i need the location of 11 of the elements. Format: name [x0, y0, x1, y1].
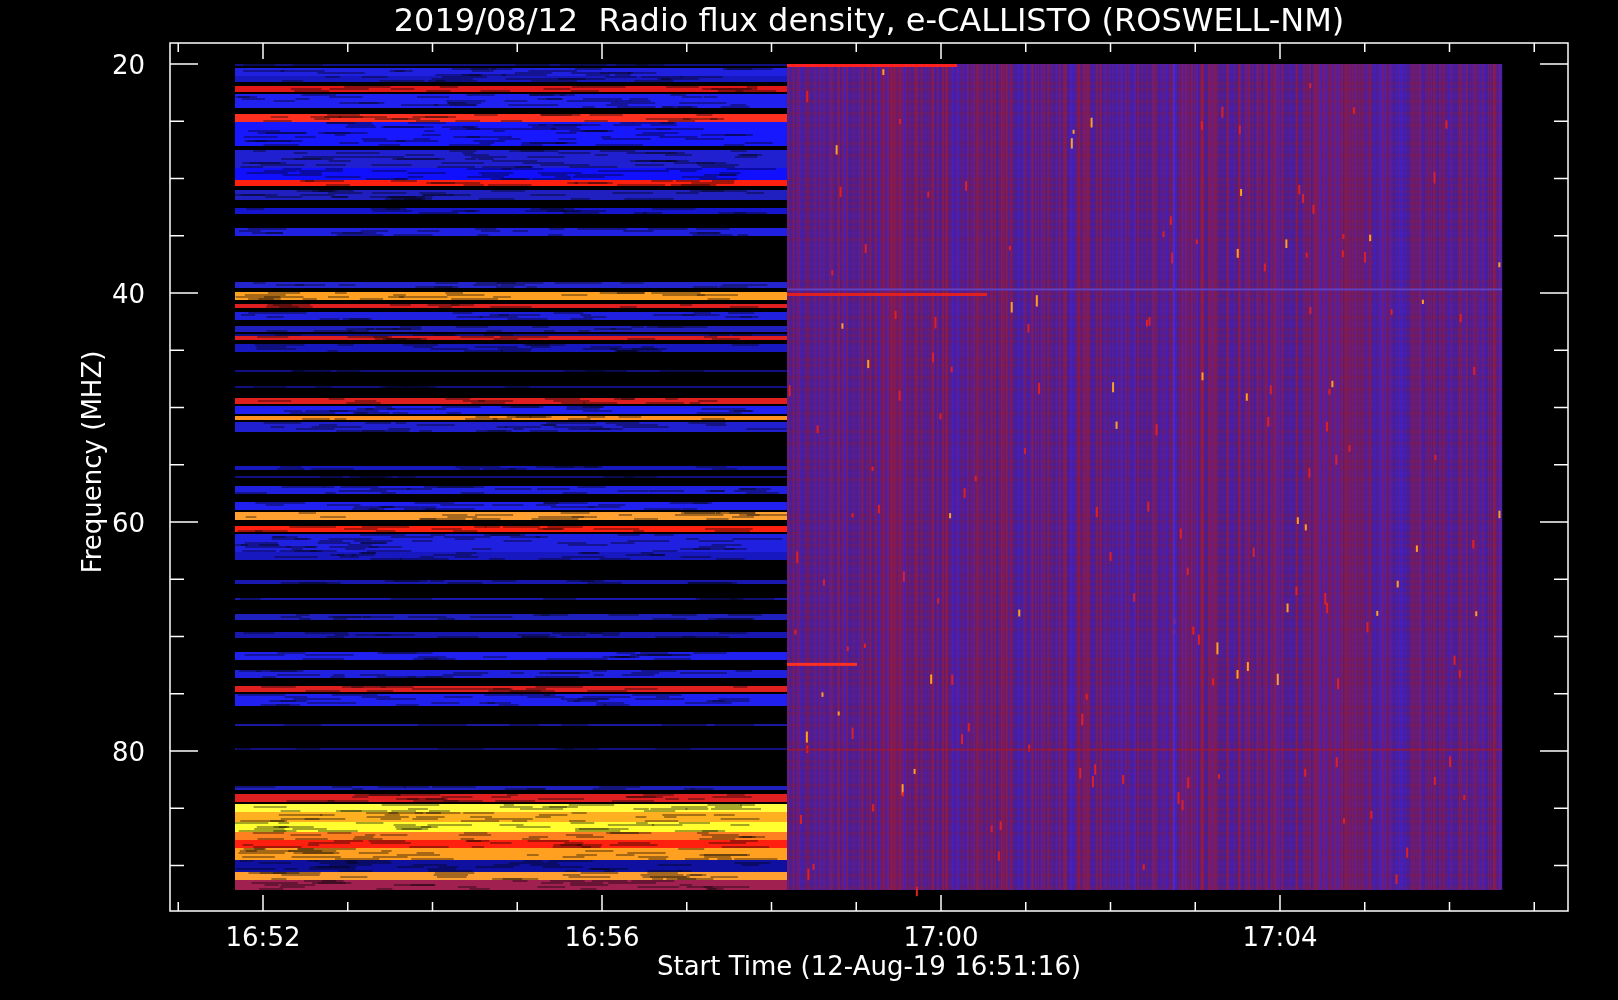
x-tick-label: 16:56: [564, 922, 640, 952]
y-tick-label: 20: [111, 50, 145, 80]
y-tick-label: 60: [111, 508, 145, 538]
plot-title: 2019/08/12 Radio flux density, e-CALLISTO (ROSWELL-NM): [393, 1, 1345, 39]
y-tick-label: 40: [111, 279, 145, 309]
x-tick-label: 17:00: [903, 922, 979, 952]
y-tick-label: 80: [111, 737, 145, 767]
x-tick-label: 16:52: [225, 922, 301, 952]
x-tick-label: 17:04: [1242, 922, 1318, 952]
x-axis-label: Start Time (12-Aug-19 16:51:16): [656, 951, 1082, 981]
y-axis-label: Frequency (MHZ): [77, 350, 107, 574]
